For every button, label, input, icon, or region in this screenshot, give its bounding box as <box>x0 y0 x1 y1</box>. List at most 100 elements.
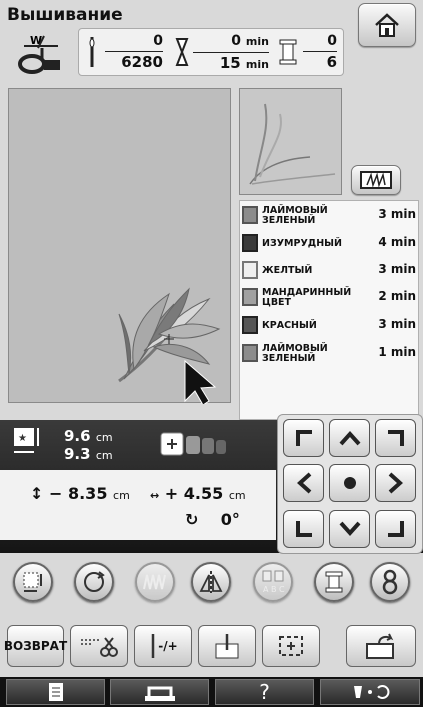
home-icon <box>375 13 399 37</box>
color-name: ЛАЙМОВЫЙ ЗЕЛЕНЫЙ <box>262 205 328 226</box>
home-button[interactable] <box>358 3 416 47</box>
color-name: МАНДАРИННЫЙ ЦВЕТ <box>262 287 352 308</box>
spool-icon <box>242 288 258 306</box>
y-unit: cm <box>113 489 130 502</box>
density-icon <box>143 574 166 590</box>
center-button[interactable] <box>329 464 370 502</box>
manual-button[interactable] <box>6 679 105 705</box>
hourglass-icon <box>175 38 189 66</box>
color-name: ЖЕЛТЫЙ <box>262 265 313 276</box>
help-button[interactable]: ? <box>215 679 314 705</box>
design-thumbnail <box>239 88 342 195</box>
tension-label: -/+ <box>158 639 178 653</box>
color-time: 4 min <box>378 235 416 249</box>
time-total: 15 <box>219 54 241 72</box>
corner-down-left-icon <box>295 521 312 537</box>
move-down-button[interactable] <box>329 510 370 548</box>
frame-trace-icon <box>279 636 303 656</box>
stitch-total: 6280 <box>121 53 163 71</box>
rotate-button[interactable] <box>74 562 114 602</box>
scissors-icon <box>81 637 118 657</box>
mirror-button[interactable] <box>191 562 231 602</box>
size-unit: cm <box>95 431 113 444</box>
thread-setting-icon[interactable]: W <box>14 32 68 76</box>
spool-icon <box>242 316 258 334</box>
color-time: 3 min <box>378 317 416 331</box>
resize-button[interactable] <box>13 562 53 602</box>
x-value: 4.55 <box>183 484 224 503</box>
color-name: ЛАЙМОВЫЙ ЗЕЛЕНЫЙ <box>262 343 328 364</box>
angle-value: 0° <box>220 510 240 529</box>
color-total: 6 <box>326 53 337 71</box>
list-item[interactable]: КРАСНЫЙ 3 min <box>240 313 420 337</box>
time-current: 0 <box>231 33 242 49</box>
color-time: 2 min <box>378 289 416 303</box>
corner-down-right-icon <box>387 521 404 537</box>
next-step-button[interactable] <box>346 625 416 667</box>
list-item[interactable]: ИЗУМРУДНЫЙ 4 min <box>240 231 420 255</box>
move-right-button[interactable] <box>375 464 416 502</box>
x-unit: cm <box>228 489 246 502</box>
list-item[interactable]: ЛАЙМОВЫЙ ЗЕЛЕНЫЙ 3 min <box>240 203 420 227</box>
vertical-arrow-icon: ↕ <box>30 484 44 503</box>
size-width: 9.6 <box>64 427 91 445</box>
embroidery-design-image <box>118 287 221 406</box>
chevron-left-icon <box>296 472 311 494</box>
move-down-left-button[interactable] <box>283 510 324 548</box>
time-unit: min <box>245 35 269 48</box>
list-item[interactable]: ЖЕЛТЫЙ 3 min <box>240 258 420 282</box>
stitch-info-bar: 0 6280 0 min 15 min 0 6 <box>78 28 344 76</box>
position-display: ↕ − 8.35 cm ↔ + 4.55 cm ↻ 0° <box>0 470 276 540</box>
time-counter: 0 min 15 min <box>193 31 269 75</box>
repeat-button[interactable] <box>370 562 410 602</box>
position-y: ↕ − 8.35 cm <box>30 484 130 503</box>
color-sort-button: A B C <box>253 562 293 602</box>
rotate-icon: ↻ <box>185 510 199 529</box>
needle-icon <box>152 634 155 658</box>
cut-thread-button[interactable] <box>70 625 128 667</box>
frame-view-button[interactable] <box>351 165 401 195</box>
figure-eight-icon <box>382 569 398 595</box>
rotation-angle: ↻ 0° <box>185 510 240 529</box>
embroidery-preview[interactable] <box>8 88 231 406</box>
rotate-icon <box>84 571 105 592</box>
move-left-button[interactable] <box>283 464 324 502</box>
spool-icon <box>242 206 258 224</box>
needle-icon <box>89 37 95 67</box>
sewing-guide-button[interactable] <box>110 679 209 705</box>
center-dot-icon <box>343 477 356 489</box>
spool-icon <box>325 571 343 593</box>
y-value: 8.35 <box>67 484 108 503</box>
sewing-machine-icon <box>144 686 175 701</box>
move-up-left-button[interactable] <box>283 419 324 457</box>
spool-icon <box>279 39 297 65</box>
settings-button[interactable] <box>320 679 420 705</box>
settings-icon <box>354 685 390 699</box>
spool-icon <box>242 234 258 252</box>
size-icon: ★ <box>14 428 39 453</box>
start-point-button[interactable] <box>198 625 256 667</box>
resize-icon <box>23 572 42 592</box>
list-item[interactable]: ЛАЙМОВЫЙ ЗЕЛЕНЫЙ 1 min <box>240 341 420 365</box>
color-time: 1 min <box>378 345 416 359</box>
move-up-button[interactable] <box>329 419 370 457</box>
footer-bar: ? <box>0 677 423 707</box>
trial-button[interactable] <box>262 625 320 667</box>
color-name: ИЗУМРУДНЫЙ <box>262 238 342 249</box>
tension-button[interactable]: -/+ <box>134 625 192 667</box>
color-sequence-list: ЛАЙМОВЫЙ ЗЕЛЕНЫЙ 3 min ИЗУМРУДНЫЙ 4 min … <box>239 200 419 420</box>
mirror-icon <box>199 571 223 593</box>
list-item[interactable]: МАНДАРИННЫЙ ЦВЕТ 2 min <box>240 285 420 309</box>
color-sort-icon: A B C <box>262 570 285 594</box>
stitch-current: 0 <box>105 31 163 52</box>
color-counter: 0 6 <box>303 31 337 72</box>
move-up-right-button[interactable] <box>375 419 416 457</box>
time-unit: min <box>245 58 269 71</box>
svg-text:★: ★ <box>18 433 27 444</box>
thread-color-button[interactable] <box>314 562 354 602</box>
position-x: ↔ + 4.55 cm <box>150 484 246 503</box>
stitch-counter: 0 6280 <box>105 31 163 72</box>
back-button[interactable]: ВОЗВРАТ <box>4 625 67 667</box>
move-down-right-button[interactable] <box>375 510 416 548</box>
spool-icon <box>242 344 258 362</box>
